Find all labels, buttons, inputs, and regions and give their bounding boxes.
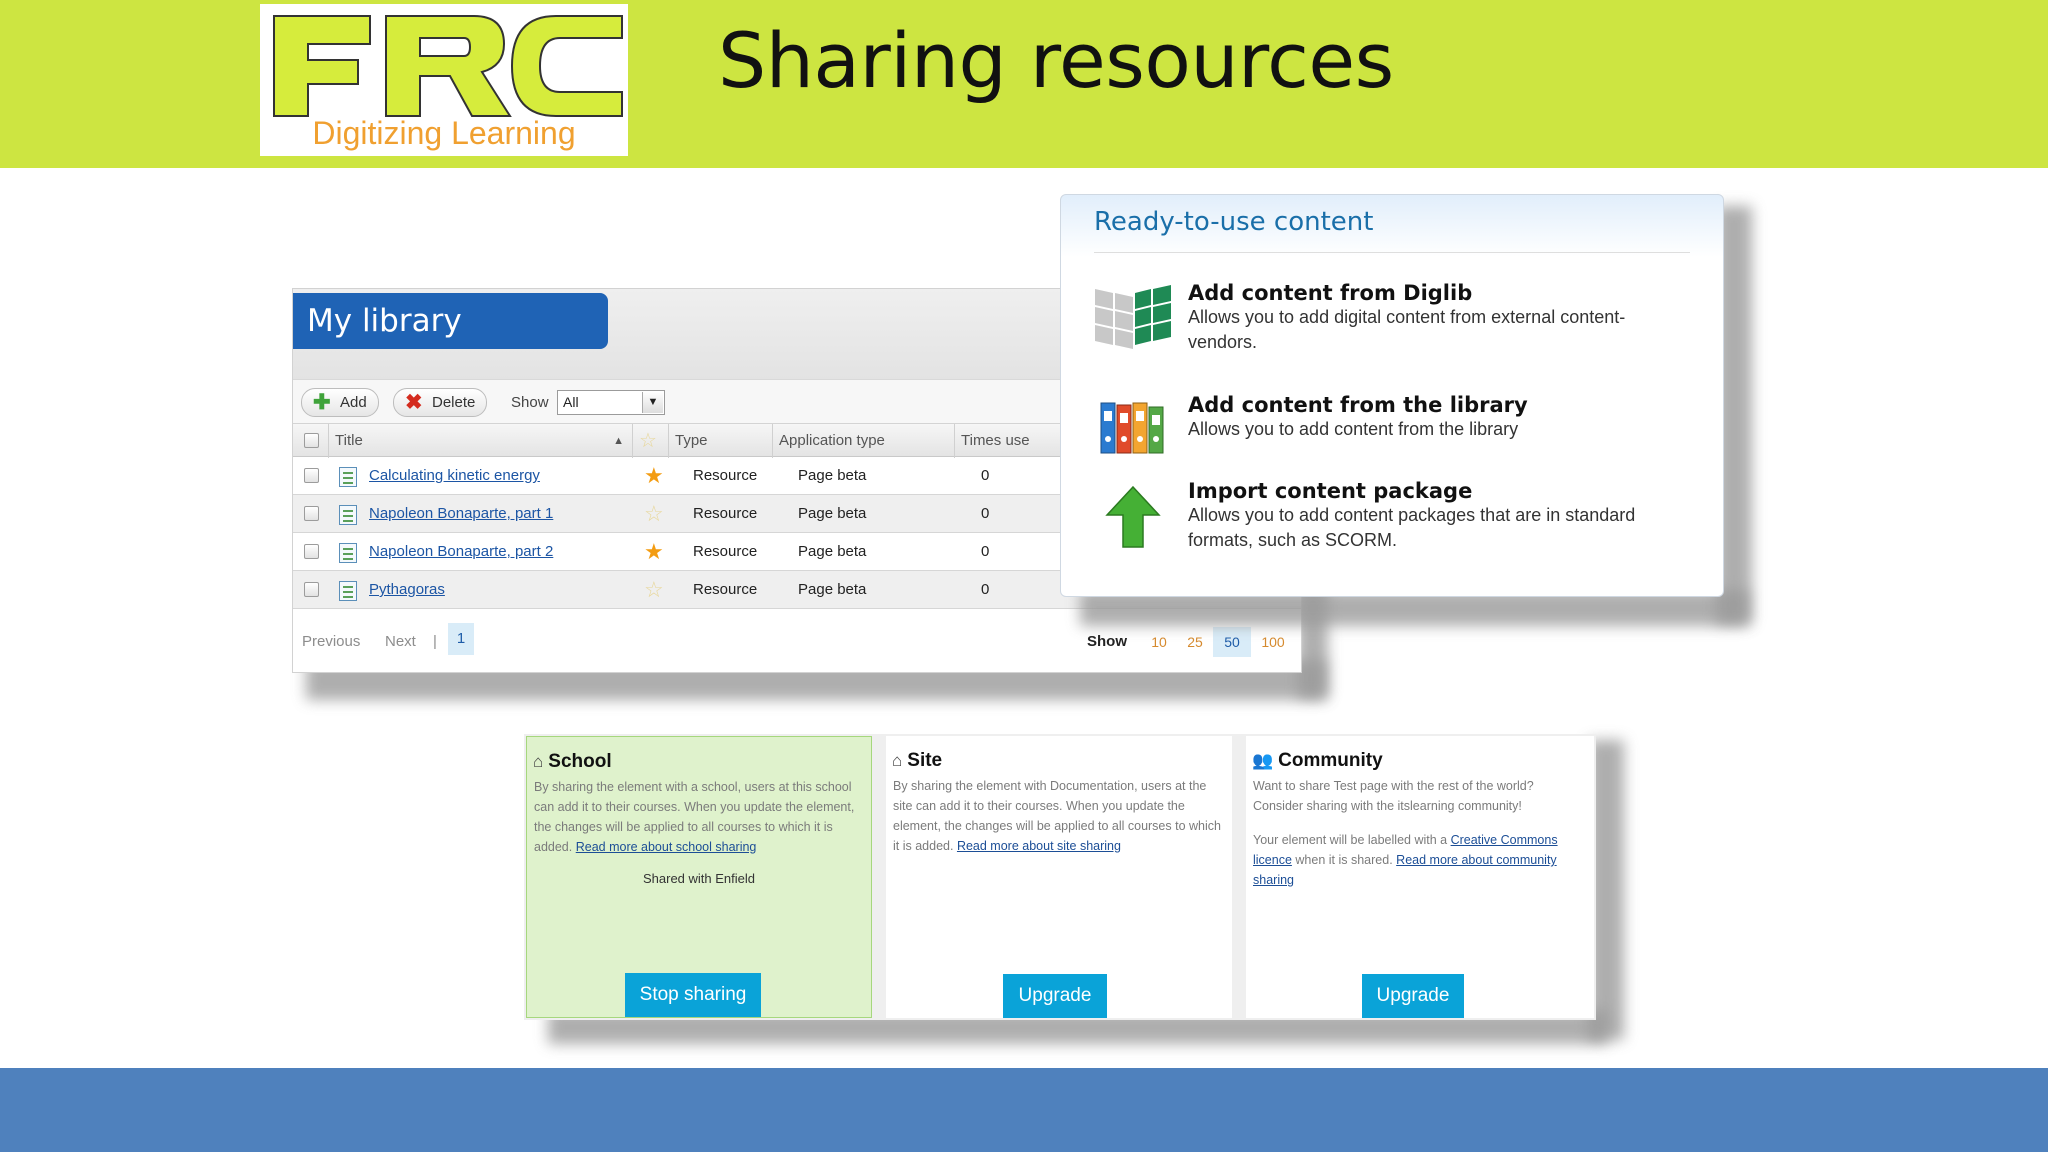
slide-title: Sharing resources [718, 16, 1394, 105]
delete-button-label: Delete [432, 394, 476, 411]
shared-with-status: Shared with Enfield [642, 871, 755, 886]
row-title-link[interactable]: Calculating kinetic energy [369, 457, 540, 495]
diglib-option-title: Add content from Diglib [1188, 281, 1473, 305]
school-card-body: By sharing the element with a school, us… [534, 777, 868, 857]
stop-sharing-button[interactable]: Stop sharing [625, 973, 761, 1017]
row-type: Resource [693, 505, 758, 522]
row-type: Resource [693, 467, 758, 484]
row-times-used: 0 [981, 543, 990, 560]
community-card-title-text: Community [1278, 750, 1383, 771]
row-times-used: 0 [981, 505, 990, 522]
row-title-link[interactable]: Napoleon Bonaparte, part 1 [369, 495, 553, 533]
current-page[interactable]: 1 [448, 623, 474, 655]
delete-x-icon: ✖ [405, 391, 423, 414]
people-icon: 👥 [1252, 751, 1274, 770]
footer-band [0, 1068, 2048, 1152]
community-card-title: 👥 Community [1252, 750, 1383, 772]
row-checkbox[interactable] [304, 544, 319, 559]
page-size-25[interactable]: 25 [1181, 627, 1209, 657]
page-size-10[interactable]: 10 [1145, 627, 1173, 657]
header-select-cell [293, 424, 329, 458]
community-card-description: Want to share Test page with the rest of… [1253, 779, 1534, 813]
row-times-used: 0 [981, 467, 990, 484]
import-package-title: Import content package [1188, 479, 1473, 503]
school-sharing-read-more-link[interactable]: Read more about school sharing [576, 840, 757, 854]
sort-ascending-icon: ▲ [613, 435, 624, 447]
slide: Digitizing Learning Sharing resources My… [0, 0, 2048, 1152]
school-building-icon: ⌂ [533, 752, 544, 771]
select-all-checkbox[interactable] [304, 433, 319, 448]
frc-logo: Digitizing Learning [260, 4, 628, 156]
library-heading: My library [293, 293, 608, 349]
row-checkbox[interactable] [304, 468, 319, 483]
upload-arrow-icon [1105, 485, 1161, 548]
plus-icon: ✚ [313, 391, 331, 414]
site-card-title: ⌂ Site [892, 750, 942, 772]
chevron-down-icon: ▼ [642, 392, 663, 413]
frc-logo-graphic: Digitizing Learning [273, 15, 623, 151]
page-size-label: Show [1087, 633, 1127, 650]
school-card-title-text: School [548, 751, 612, 772]
row-application-type: Page beta [798, 505, 867, 522]
ready-panel-heading: Ready-to-use content [1094, 207, 1374, 237]
site-sharing-card: ⌂ Site By sharing the element with Docume… [886, 736, 1232, 1018]
column-favorite[interactable]: ☆ [633, 424, 669, 458]
document-icon [339, 467, 357, 487]
star-outline-icon: ☆ [639, 430, 657, 452]
star-outline-icon[interactable]: ☆ [644, 503, 664, 525]
library-option-description: Allows you to add content from the libra… [1188, 419, 1519, 439]
site-card-title-text: Site [907, 750, 943, 771]
document-icon [339, 505, 357, 525]
licence-prefix: Your element will be labelled with a [1253, 833, 1448, 847]
row-title-link[interactable]: Napoleon Bonaparte, part 2 [369, 533, 553, 571]
community-sharing-card: 👥 Community Want to share Test page with … [1246, 736, 1594, 1018]
row-type: Resource [693, 581, 758, 598]
column-title[interactable]: Title ▲ [329, 424, 633, 458]
add-button[interactable]: ✚ Add [301, 388, 379, 417]
import-package-description: Allows you to add content packages that … [1188, 505, 1636, 550]
library-option-title: Add content from the library [1188, 393, 1528, 417]
row-times-used: 0 [981, 581, 990, 598]
show-filter-select[interactable]: All ▼ [557, 390, 665, 415]
previous-page-link[interactable]: Previous [302, 633, 360, 650]
school-sharing-card: ⌂ School By sharing the element with a sc… [526, 736, 872, 1018]
site-building-icon: ⌂ [892, 751, 903, 770]
page-size-50[interactable]: 50 [1213, 627, 1251, 657]
binders-icon [1100, 402, 1164, 454]
row-application-type: Page beta [798, 543, 867, 560]
row-checkbox[interactable] [304, 506, 319, 521]
row-checkbox[interactable] [304, 582, 319, 597]
logo-tagline: Digitizing Learning [312, 115, 575, 151]
school-card-title: ⌂ School [533, 751, 612, 773]
next-page-link[interactable]: Next [385, 633, 416, 650]
add-button-label: Add [340, 394, 367, 411]
show-filter-label: Show [511, 394, 549, 411]
row-type: Resource [693, 543, 758, 560]
row-application-type: Page beta [798, 581, 867, 598]
site-card-body: By sharing the element with Documentatio… [893, 776, 1227, 856]
ready-to-use-panel: Ready-to-use content Add content from Di… [1060, 194, 1724, 597]
site-upgrade-button[interactable]: Upgrade [1003, 974, 1107, 1018]
column-application-type[interactable]: Application type [773, 424, 955, 458]
community-upgrade-button[interactable]: Upgrade [1362, 974, 1464, 1018]
row-application-type: Page beta [798, 467, 867, 484]
column-title-label: Title [335, 432, 363, 449]
star-outline-icon[interactable]: ☆ [644, 579, 664, 601]
licence-suffix: when it is shared. [1295, 853, 1393, 867]
grid-icon [1095, 285, 1171, 349]
row-title-link[interactable]: Pythagoras [369, 571, 445, 609]
pager-separator: | [433, 633, 437, 650]
page-size-100[interactable]: 100 [1253, 627, 1293, 657]
document-icon [339, 543, 357, 563]
document-icon [339, 581, 357, 601]
star-filled-icon[interactable]: ★ [644, 465, 664, 487]
column-type[interactable]: Type [669, 424, 773, 458]
star-filled-icon[interactable]: ★ [644, 541, 664, 563]
diglib-option-description: Allows you to add digital content from e… [1188, 307, 1626, 352]
divider [1094, 252, 1690, 253]
community-card-body: Want to share Test page with the rest of… [1253, 776, 1587, 890]
site-sharing-read-more-link[interactable]: Read more about site sharing [957, 839, 1121, 853]
show-filter-value: All [563, 394, 579, 410]
delete-button[interactable]: ✖ Delete [393, 388, 487, 417]
